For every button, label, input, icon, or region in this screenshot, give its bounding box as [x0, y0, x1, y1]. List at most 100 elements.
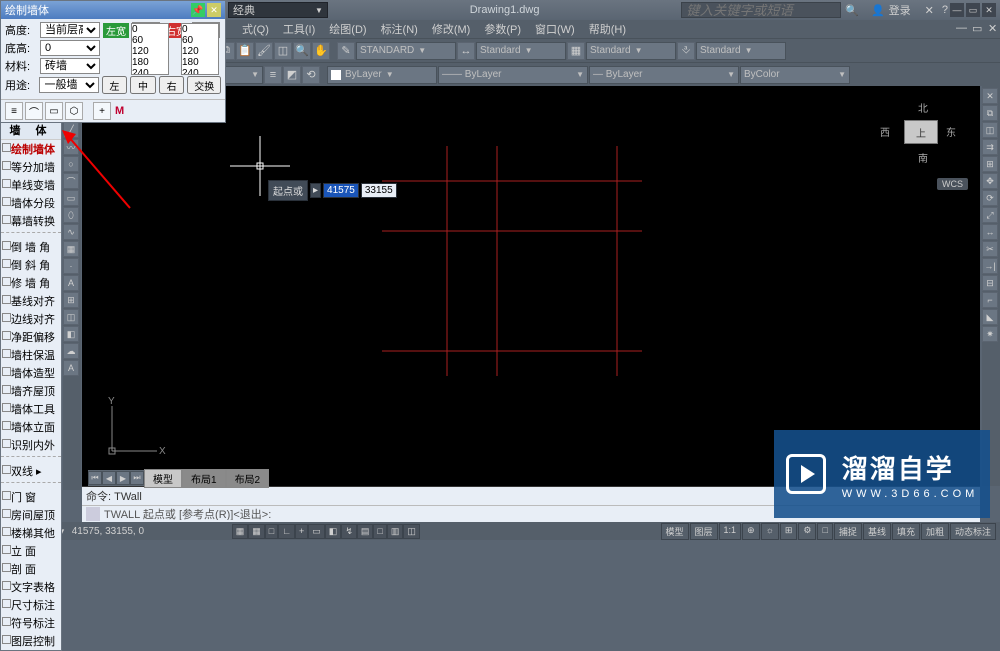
exchange-icon[interactable]: ✕ — [925, 4, 934, 17]
status-snap2[interactable]: 捕捉 — [834, 523, 862, 540]
status-tools[interactable]: ⚙ — [798, 523, 816, 540]
rotate-icon[interactable]: ⟳ — [982, 190, 998, 206]
status-anno-vis[interactable]: ⊕ — [742, 523, 760, 540]
dialog-pin-icon[interactable]: 📌 — [191, 3, 205, 17]
scale-icon[interactable]: ⤢ — [982, 207, 998, 223]
drawing-canvas[interactable]: XY — [82, 86, 980, 486]
tree-wall-shape[interactable]: 墙体造型 — [1, 364, 61, 382]
status-model[interactable]: 模型 — [661, 523, 689, 540]
pan-icon[interactable]: ✋ — [312, 42, 330, 60]
viewcube-west[interactable]: 西 — [880, 124, 890, 139]
mirror-icon[interactable]: ◫ — [982, 122, 998, 138]
tree-fix-corner[interactable]: 修 墙 角 — [1, 274, 61, 292]
break-icon[interactable]: ⊟ — [982, 275, 998, 291]
swap-button[interactable]: 交换 — [187, 76, 221, 94]
status-anno-scale[interactable]: 1:1 — [719, 523, 742, 540]
tree-wall-segment[interactable]: 墙体分段 — [1, 194, 61, 212]
tree-divide-wall[interactable]: 等分加墙 — [1, 158, 61, 176]
viewcube-south[interactable]: 南 — [918, 150, 928, 165]
toggle-otrack[interactable]: ◧ — [325, 524, 342, 539]
region-icon[interactable]: ◧ — [63, 326, 79, 342]
minimize-button[interactable]: — — [950, 3, 964, 17]
menu-help[interactable]: 帮助(H) — [583, 21, 632, 37]
tree-layer-ctrl[interactable]: 图层控制 — [1, 632, 61, 650]
align-left-button[interactable]: 左 — [102, 76, 128, 94]
array-icon[interactable]: ⊞ — [982, 156, 998, 172]
table-style-select[interactable]: Standard▼ — [586, 42, 676, 60]
toggle-grid[interactable]: ▦ — [248, 524, 265, 539]
tree-wall-roof[interactable]: 墙齐屋顶 — [1, 382, 61, 400]
color-select[interactable]: ByLayer▼ — [327, 66, 437, 84]
help-icon[interactable]: ? — [942, 4, 948, 16]
wall-mode-line-icon[interactable]: ≡ — [5, 102, 23, 120]
status-layer[interactable]: 图层 — [690, 523, 718, 540]
wall-pick-icon[interactable]: + — [93, 102, 111, 120]
tree-symbol[interactable]: 符号标注 — [1, 614, 61, 632]
viewcube[interactable]: 北 南 西 东 上 — [872, 92, 972, 182]
menu-format[interactable]: 式(Q) — [236, 21, 275, 37]
menu-tools[interactable]: 工具(I) — [277, 21, 321, 37]
search-input[interactable] — [681, 2, 841, 18]
menu-window[interactable]: 窗口(W) — [529, 21, 581, 37]
match-icon[interactable]: 🖌 — [255, 42, 273, 60]
layer-iso-icon[interactable]: ◩ — [283, 66, 301, 84]
copy2-icon[interactable]: ⧉ — [982, 105, 998, 121]
viewcube-east[interactable]: 东 — [946, 124, 956, 139]
align-right-button[interactable]: 右 — [159, 76, 185, 94]
left-width-list[interactable]: 060120180240 — [131, 23, 169, 75]
dim-style-select[interactable]: Standard▼ — [476, 42, 566, 60]
toggle-qp[interactable]: ◫ — [403, 524, 420, 539]
status-bold[interactable]: 加粗 — [921, 523, 949, 540]
close-button[interactable]: ✕ — [982, 3, 996, 17]
doc-minimize[interactable]: — — [950, 22, 964, 36]
hatch-icon[interactable]: ▦ — [63, 241, 79, 257]
table-icon[interactable]: ⊞ — [63, 292, 79, 308]
dim-style-icon[interactable]: ↔ — [457, 42, 475, 60]
tab-last[interactable]: ⏭ — [130, 471, 144, 485]
tree-single-to-wall[interactable]: 单线变墙 — [1, 176, 61, 194]
search-go-icon[interactable]: 🔍 — [845, 4, 859, 17]
menu-param[interactable]: 参数(P) — [478, 21, 527, 37]
menu-draw[interactable]: 绘图(D) — [323, 21, 372, 37]
align-mid-button[interactable]: 中 — [130, 76, 156, 94]
layer-prev-icon[interactable]: ⟲ — [302, 66, 320, 84]
status-fill[interactable]: 填充 — [892, 523, 920, 540]
wall-mode-poly-icon[interactable]: ⬡ — [65, 102, 83, 120]
tree-edge-align[interactable]: 边线对齐 — [1, 310, 61, 328]
restore-button[interactable]: ▭ — [966, 3, 980, 17]
tree-elevation[interactable]: 立 面 — [1, 542, 61, 560]
menu-modify[interactable]: 修改(M) — [426, 21, 477, 37]
paste-icon[interactable]: 📋 — [236, 42, 254, 60]
plotstyle-select[interactable]: ByColor▼ — [740, 66, 850, 84]
tree-section[interactable]: 剖 面 — [1, 560, 61, 578]
layer-states-icon[interactable]: ≡ — [264, 66, 282, 84]
dyn-toggle-icon[interactable]: ▸ — [310, 183, 321, 198]
zoom-icon[interactable]: 🔍 — [293, 42, 311, 60]
revcloud-icon[interactable]: ☁ — [63, 343, 79, 359]
tree-bevel[interactable]: 倒 斜 角 — [1, 256, 61, 274]
tree-wall-tools[interactable]: 墙体工具 — [1, 400, 61, 418]
menu-dim[interactable]: 标注(N) — [375, 21, 424, 37]
mleader-style-select[interactable]: Standard▼ — [696, 42, 786, 60]
toggle-tpy[interactable]: ▥ — [387, 524, 404, 539]
tree-dline[interactable]: 双线 ▸ — [1, 462, 61, 480]
tree-clear-offset[interactable]: 净距偏移 — [1, 328, 61, 346]
viewcube-north[interactable]: 北 — [918, 100, 928, 115]
login-button[interactable]: 👤 登录 — [871, 2, 911, 18]
status-dyndim[interactable]: 动态标注 — [950, 523, 996, 540]
status-anno-auto[interactable]: ☼ — [761, 523, 779, 540]
status-clean[interactable]: □ — [817, 523, 832, 540]
extend-icon[interactable]: →| — [982, 258, 998, 274]
block-ref-icon[interactable]: ◫ — [63, 309, 79, 325]
text-icon[interactable]: A — [63, 275, 79, 291]
tab-model[interactable]: 模型 — [144, 469, 182, 488]
spline-icon[interactable]: ∿ — [63, 224, 79, 240]
text-style-select[interactable]: STANDARD▼ — [356, 42, 456, 60]
toggle-3dosnap[interactable]: ▭ — [308, 524, 325, 539]
tree-base-align[interactable]: 基线对齐 — [1, 292, 61, 310]
toggle-ortho[interactable]: □ — [265, 524, 278, 539]
trim-icon[interactable]: ✂ — [982, 241, 998, 257]
linetype-select[interactable]: —— ByLayer▼ — [438, 66, 588, 84]
style-brush-icon[interactable]: ✎ — [337, 42, 355, 60]
wall-mode-arc-icon[interactable]: ⌒ — [25, 102, 43, 120]
